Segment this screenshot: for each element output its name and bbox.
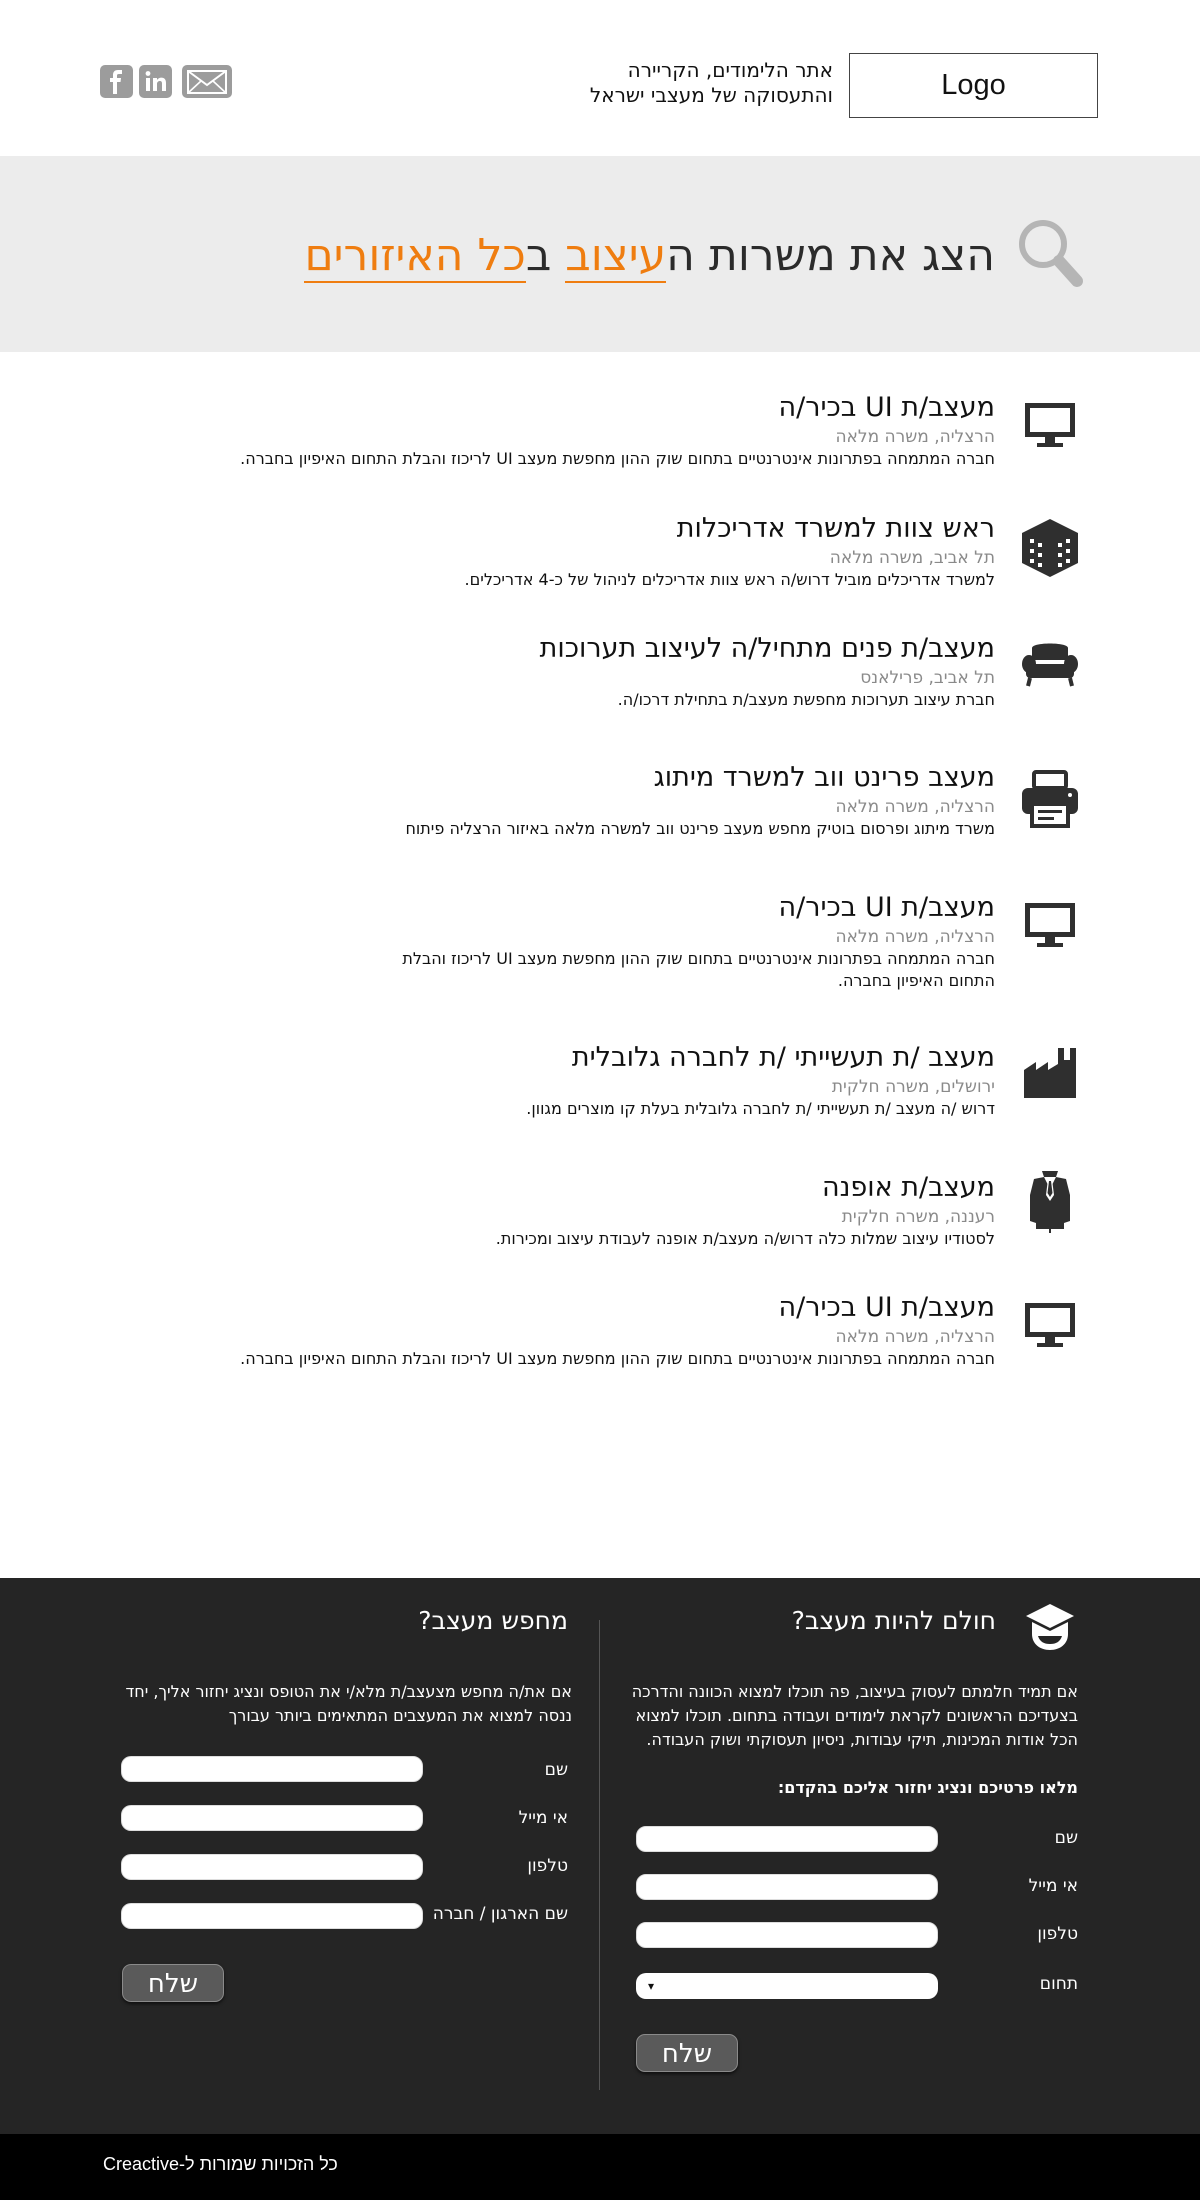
- dream-description: אם תמיד חלמתם לעסוק בעיצוב, פה תוכלו למצ…: [631, 1682, 1078, 1749]
- hero-text-2: ב: [525, 230, 566, 281]
- monitor-icon: [1018, 392, 1082, 456]
- job-description: למשרד אדריכלים מוביל דרוש/ה ראש צוות אדר…: [464, 570, 995, 589]
- job-description: חברה המתמחה בפתרונות אינטרנטיים בתחום שו…: [240, 449, 995, 468]
- job-title[interactable]: מעצב פרינט ווב למשרד מיתוג: [175, 760, 995, 796]
- job-meta: הרצליה, משרה מלאה: [835, 1327, 995, 1347]
- field-label: תחום: [1039, 1974, 1078, 1994]
- contact-section: חולם להיות מעצב? אם תמיד חלמתם לעסוק בעי…: [0, 1578, 1200, 2134]
- job-listing[interactable]: מעצב/ת UI בכיר/ה הרצליה, משרה מלאה חברה …: [175, 890, 995, 992]
- dream-name-field[interactable]: [636, 1826, 938, 1852]
- email-label: אי מייל: [518, 1808, 568, 1828]
- job-listing[interactable]: מעצב /ת תעשייתי /ת לחברה גלובלית ירושלים…: [175, 1040, 995, 1120]
- seeker-send-button[interactable]: שלח: [122, 1964, 224, 2002]
- seeker-name-field[interactable]: [121, 1756, 423, 1782]
- hero-link-design[interactable]: עיצוב: [565, 230, 667, 283]
- seeker-phone-field[interactable]: [121, 1854, 423, 1880]
- printer-icon: [1018, 768, 1082, 832]
- job-meta: תל אביב, פרילאנס: [860, 668, 995, 688]
- dream-title: חולם להיות מעצב?: [791, 1606, 996, 1635]
- job-listing[interactable]: מעצב פרינט ווב למשרד מיתוג הרצליה, משרה …: [175, 760, 995, 840]
- site-logo[interactable]: Logo: [849, 53, 1098, 118]
- armchair-icon: [1018, 634, 1082, 698]
- job-listing[interactable]: מעצב/ת UI בכיר/ה הרצליה, משרה מלאה חברה …: [175, 1290, 995, 1370]
- facebook-icon[interactable]: [100, 65, 133, 98]
- column-divider: [599, 1620, 600, 2090]
- dream-field-select[interactable]: ▾: [636, 1973, 938, 1999]
- job-listing[interactable]: מעצב/ת אופנה רעננה, משרה חלקית לסטודיו ע…: [175, 1170, 995, 1250]
- mail-icon[interactable]: [182, 65, 232, 98]
- job-listing[interactable]: מעצב/ת פנים מתחיל/ה לעיצוב תערוכות תל אב…: [175, 631, 995, 711]
- dream-send-button[interactable]: שלח: [636, 2034, 738, 2072]
- seeker-organization-field[interactable]: [121, 1903, 423, 1929]
- job-meta: הרצליה, משרה מלאה: [835, 427, 995, 447]
- dream-form-subtitle: מלאו פרטיכם ונציג יחזור אליכם בהקדם:: [777, 1778, 1078, 1797]
- site-tagline: אתר הלימודים, הקריירה והתעסוקה של מעצבי …: [590, 58, 833, 108]
- hero-link-regions[interactable]: כל האיזורים: [304, 230, 526, 283]
- job-meta: ירושלים, משרה חלקית: [831, 1077, 995, 1097]
- graduation-cap-icon: [1026, 1604, 1074, 1650]
- hero-text-1: הצג את משרות ה: [666, 230, 995, 281]
- job-meta: תל אביב, משרה מלאה: [829, 548, 995, 568]
- job-listing[interactable]: מעצב/ת UI בכיר/ה הרצליה, משרה מלאה חברה …: [175, 390, 995, 470]
- phone-label: טלפון: [1037, 1924, 1078, 1944]
- job-listing[interactable]: ראש צוות למשרד אדריכלות תל אביב, משרה מל…: [175, 511, 995, 591]
- tagline-line-2: והתעסוקה של מעצבי ישראל: [589, 83, 833, 107]
- job-title[interactable]: מעצב /ת תעשייתי /ת לחברה גלובלית: [175, 1040, 995, 1076]
- job-title[interactable]: ראש צוות למשרד אדריכלות: [175, 511, 995, 547]
- job-title[interactable]: מעצב/ת UI בכיר/ה: [175, 390, 995, 426]
- tagline-line-1: אתר הלימודים, הקריירה: [627, 58, 833, 82]
- name-label: שם: [1054, 1828, 1078, 1848]
- search-icon[interactable]: [1015, 216, 1085, 291]
- logo-text: Logo: [941, 69, 1006, 101]
- linkedin-icon[interactable]: [139, 65, 172, 98]
- job-description: לסטודיו עיצוב שמלות כלה דרוש/ה מעצב/ת או…: [495, 1229, 995, 1248]
- hero-title: הצג את משרות העיצוב בכל האיזורים: [304, 226, 995, 286]
- chevron-down-icon: ▾: [648, 1979, 655, 1993]
- copyright-bar: כל הזכויות שמורות ל-Creactive: [0, 2134, 1200, 2200]
- job-meta: הרצליה, משרה מלאה: [835, 927, 995, 947]
- phone-label: טלפון: [527, 1856, 568, 1876]
- email-label: אי מייל: [1028, 1876, 1078, 1896]
- dream-phone-field[interactable]: [636, 1922, 938, 1948]
- seeker-email-field[interactable]: [121, 1805, 423, 1831]
- dream-email-field[interactable]: [636, 1874, 938, 1900]
- job-description: חברת עיצוב תערוכות מחפשת מעצב/ת בתחילת ד…: [617, 690, 995, 709]
- job-title[interactable]: מעצב/ת UI בכיר/ה: [175, 1290, 995, 1326]
- factory-icon: [1018, 1040, 1082, 1104]
- seeker-title: מחפש מעצב?: [418, 1606, 568, 1635]
- job-meta: הרצליה, משרה מלאה: [835, 797, 995, 817]
- job-description: חברה המתמחה בפתרונות אינטרנטיים בתחום שו…: [240, 1349, 995, 1368]
- monitor-icon: [1018, 1292, 1082, 1356]
- job-description: חברה המתמחה בפתרונות אינטרנטיים בתחום שו…: [402, 949, 995, 990]
- seeker-description: אם את/ה מחפש מצעצב/ת מלא/י את הטופס ונצי…: [125, 1682, 573, 1725]
- copyright-text: כל הזכויות שמורות ל-Creactive: [103, 2154, 338, 2174]
- job-description: משרד מיתוג ופרסום בוטיק מחפש מעצב פרינט …: [405, 819, 995, 838]
- job-description: דרוש /ה מעצב /ת תעשייתי /ת לחברה גלובלית…: [526, 1099, 995, 1118]
- social-links: [100, 65, 232, 98]
- job-title[interactable]: מעצב/ת פנים מתחיל/ה לעיצוב תערוכות: [175, 631, 995, 667]
- name-label: שם: [544, 1760, 568, 1780]
- job-meta: רעננה, משרה חלקית: [841, 1207, 995, 1227]
- job-title[interactable]: מעצב/ת אופנה: [175, 1170, 995, 1206]
- building-icon: [1018, 516, 1082, 580]
- job-title[interactable]: מעצב/ת UI בכיר/ה: [175, 890, 995, 926]
- suit-icon: [1018, 1168, 1082, 1236]
- monitor-icon: [1018, 892, 1082, 956]
- site-header: Logo אתר הלימודים, הקריירה והתעסוקה של מ…: [0, 0, 1200, 156]
